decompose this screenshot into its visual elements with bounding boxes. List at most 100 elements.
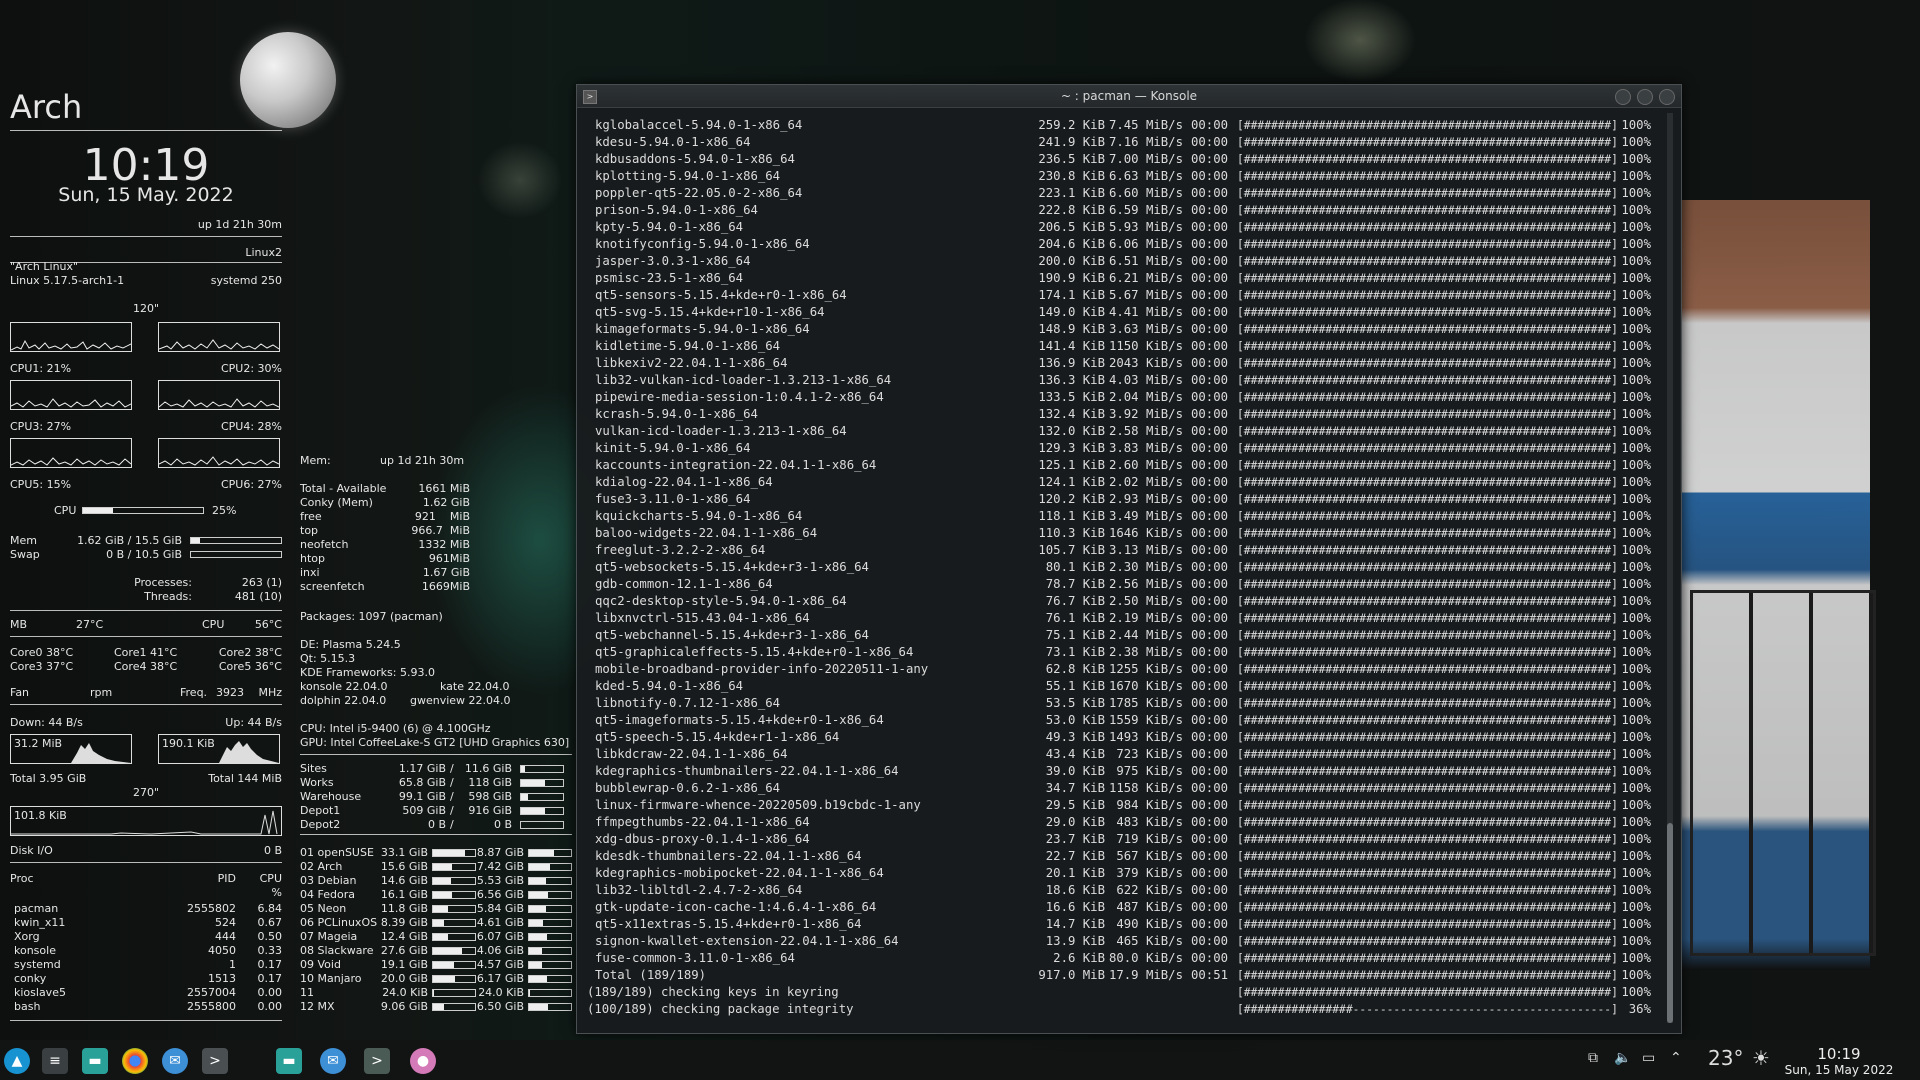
package-size: 49.3 KiB — [1045, 730, 1105, 744]
scrollbar-thumb[interactable] — [1667, 823, 1673, 1023]
cpu-total-value: 25% — [212, 504, 237, 517]
progress-bar: [#######################################… — [1237, 833, 1618, 846]
download-time: 00:00 — [1191, 645, 1229, 659]
progress-percent: 100% — [1621, 815, 1651, 829]
terminal-line: (189/189) checking keys in keyring [#####… — [583, 984, 1653, 1001]
core4-temp: Core4 38°C — [114, 660, 178, 673]
brightness-icon[interactable]: ☀ — [1752, 1046, 1770, 1070]
distro-name: 09 Void — [300, 958, 341, 971]
package-name: kplotting-5.94.0-1-x86_64 — [595, 169, 781, 183]
progress-bar: [#######################################… — [1237, 901, 1618, 914]
download-rate: 1559 KiB/s — [1108, 713, 1183, 727]
graph-interval-2: 270" — [132, 786, 160, 799]
display-icon[interactable]: ▭ — [1642, 1050, 1655, 1066]
terminal-scrollbar[interactable] — [1667, 113, 1673, 1023]
taskbar-clock[interactable]: 10:19 Sun, 15 May 2022 — [1774, 1045, 1904, 1077]
core2-temp: Core2 38°C — [218, 646, 282, 659]
terminal-line: lib32-vulkan-icd-loader-1.3.213-1-x86_64… — [583, 372, 1653, 389]
swap-label: Swap — [10, 548, 40, 561]
minimize-icon[interactable] — [1615, 89, 1631, 105]
download-rate: 7.45 MiB/s — [1108, 118, 1183, 132]
konsole-window[interactable]: > ~ : pacman — Konsole kglobalaccel-5.94… — [576, 84, 1682, 1034]
progress-percent: 100% — [1621, 271, 1651, 285]
terminal-output[interactable]: kglobalaccel-5.94.0-1-x86_64 259.2 KiB 7.4… — [583, 117, 1653, 1018]
terminal-line: ffmpegthumbs-22.04.1-1-x86_64 29.0 KiB 483… — [583, 814, 1653, 831]
konsole-app-icon[interactable]: > — [583, 90, 597, 104]
progress-bar: [#######################################… — [1237, 816, 1618, 829]
distro-root-used: 19.1 GiB — [380, 958, 428, 971]
download-rate: 80.0 KiB/s — [1108, 951, 1183, 965]
distro-home-bar — [528, 891, 572, 899]
mount-row: Depot2 0 B / 0 B — [300, 818, 572, 831]
thunderbird-icon[interactable]: ✉ — [162, 1048, 188, 1074]
process-pid: 1 — [229, 958, 236, 971]
net-down-graph-label: 31.2 MiB — [14, 737, 63, 750]
package-name: fuse-common-3.11.0-1-x86_64 — [595, 951, 795, 965]
terminal-line: kquickcharts-5.94.0-1-x86_64 118.1 KiB 3.4… — [583, 508, 1653, 525]
terminal-line: jasper-3.0.3-1-x86_64 200.0 KiB 6.51 MiB/s… — [583, 253, 1653, 270]
application-launcher-icon[interactable]: ▲ — [4, 1048, 30, 1074]
package-size: 124.1 KiB — [1038, 475, 1105, 489]
task-konsole-icon[interactable]: > — [364, 1048, 390, 1074]
terminal-launcher-icon[interactable]: > — [202, 1048, 228, 1074]
process-name: bash — [14, 1000, 41, 1013]
maximize-icon[interactable] — [1637, 89, 1653, 105]
task-app-icon[interactable]: ● — [410, 1048, 436, 1074]
terminal-line: gtk-update-icon-cache-1:4.6.4-1-x86_64 16… — [583, 899, 1653, 916]
process-name: kioslave5 — [14, 986, 66, 999]
terminal-line: kdegraphics-thumbnailers-22.04.1-1-x86_6… — [583, 763, 1653, 780]
progress-bar: [#######################################… — [1237, 357, 1618, 370]
process-cpu: 0.00 — [257, 986, 283, 999]
chevron-up-icon[interactable]: ⌃ — [1670, 1050, 1682, 1066]
progress-bar: [#######################################… — [1237, 578, 1618, 591]
distro-root-bar — [432, 905, 476, 913]
progress-bar: [#######################################… — [1237, 867, 1618, 880]
package-name: prison-5.94.0-1-x86_64 — [595, 203, 758, 217]
task-file-manager-icon[interactable]: ▬ — [276, 1048, 302, 1074]
progress-bar: [#######################################… — [1237, 544, 1618, 557]
memory-usage-row: screenfetch 1669MiB — [300, 580, 572, 593]
process-name: Xorg — [14, 930, 40, 943]
divider — [10, 610, 282, 611]
download-rate: 6.51 MiB/s — [1108, 254, 1183, 268]
progress-percent: 100% — [1621, 543, 1651, 557]
memory-usage-name: top — [300, 524, 319, 537]
mb-temp: 27°C — [76, 618, 104, 631]
distro-home-bar — [528, 961, 572, 969]
mount-row: Sites 1.17 GiB / 11.6 GiB — [300, 762, 572, 775]
download-rate: 984 KiB/s — [1116, 798, 1183, 812]
cpu2-graph — [158, 322, 280, 352]
distro-row: 01 openSUSE 33.1 GiB 8.87 GiB — [300, 846, 572, 859]
terminal-line: fuse3-3.11.0-1-x86_64 120.2 KiB 2.93 MiB/s… — [583, 491, 1653, 508]
package-name: vulkan-icd-loader-1.3.213-1-x86_64 — [595, 424, 847, 438]
progress-percent: 100% — [1621, 407, 1651, 421]
clipboard-icon[interactable]: ⧉ — [1588, 1050, 1598, 1066]
mount-name: Depot1 — [300, 804, 341, 817]
download-rate: 2043 KiB/s — [1108, 356, 1183, 370]
progress-bar: [#######################################… — [1237, 476, 1618, 489]
volume-icon[interactable]: 🔈 — [1614, 1050, 1631, 1066]
progress-bar: [#######################################… — [1237, 442, 1618, 455]
download-rate: 2.38 MiB/s — [1108, 645, 1183, 659]
package-name: fuse3-3.11.0-1-x86_64 — [595, 492, 751, 506]
package-size: 80.1 KiB — [1045, 560, 1105, 574]
process-pid: 4050 — [208, 944, 236, 957]
weather-temperature[interactable]: 23° — [1708, 1046, 1743, 1070]
package-name: kcrash-5.94.0-1-x86_64 — [595, 407, 758, 421]
window-titlebar[interactable]: > ~ : pacman — Konsole — [577, 85, 1681, 108]
package-name: kdbusaddons-5.94.0-1-x86_64 — [595, 152, 795, 166]
package-size: 73.1 KiB — [1045, 645, 1105, 659]
task-thunderbird-icon[interactable]: ✉ — [320, 1048, 346, 1074]
terminal-line: kdbusaddons-5.94.0-1-x86_64 236.5 KiB 7.00… — [583, 151, 1653, 168]
chrome-icon[interactable] — [122, 1048, 148, 1074]
progress-percent: 100% — [1621, 458, 1651, 472]
close-icon[interactable] — [1659, 89, 1675, 105]
divider — [300, 834, 572, 835]
distro-root-used: 33.1 GiB — [380, 846, 428, 859]
file-manager-icon[interactable]: ▬ — [82, 1048, 108, 1074]
process-row: Xorg 444 0.50 — [10, 930, 282, 944]
terminal-line: poppler-qt5-22.05.0-2-x86_64 223.1 KiB 6.6… — [583, 185, 1653, 202]
package-name: lib32-vulkan-icd-loader-1.3.213-1-x86_64 — [595, 373, 892, 387]
system-settings-icon[interactable]: ≡ — [42, 1048, 68, 1074]
progress-percent: 100% — [1621, 611, 1651, 625]
